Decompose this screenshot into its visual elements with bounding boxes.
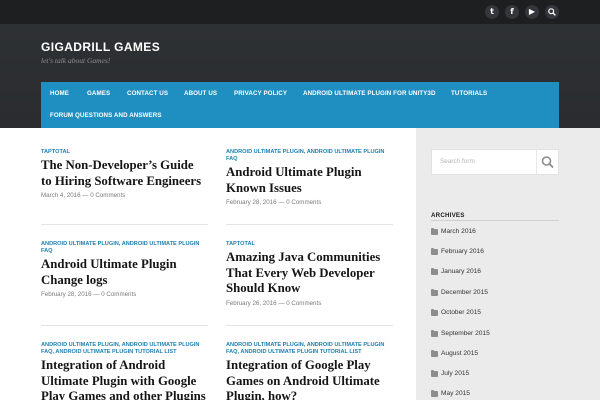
post-categories[interactable]: ANDROID ULTIMATE PLUGIN, ANDROID ULTIMAT… [226,149,392,163]
folder-icon [431,369,438,377]
post-title[interactable]: Amazing Java Communities That Every Web … [226,250,392,297]
post-meta: February 28, 2016 — 0 Comments [41,291,207,298]
folder-icon [431,247,438,255]
post-date[interactable]: February 28, 2016 [226,199,277,206]
folder-icon [431,227,438,235]
nav-item-games[interactable]: GAMES [87,90,110,97]
post-card: ANDROID ULTIMATE PLUGIN, ANDROID ULTIMAT… [41,342,207,400]
search-icon[interactable] [545,5,559,19]
search-input[interactable]: Search form [431,149,537,175]
facebook-icon[interactable]: f [505,5,519,19]
archive-label[interactable]: August 2015 [441,350,478,358]
archive-label[interactable]: July 2015 [441,370,469,378]
top-bar: t f ▶ [0,0,600,24]
post-title[interactable]: The Non-Developer’s Guide to Hiring Soft… [41,158,207,189]
post-comments-link[interactable]: 0 Comments [286,199,321,206]
nav-item-tutorials[interactable]: TUTORIALS [451,90,487,97]
post-divider [226,325,393,326]
archive-label[interactable]: October 2015 [441,309,481,317]
post-divider [41,224,208,225]
post-categories[interactable]: ANDROID ULTIMATE PLUGIN, ANDROID ULTIMAT… [41,342,207,356]
meta-separator: — [82,192,89,199]
search-button[interactable] [536,149,559,175]
post-card: ANDROID ULTIMATE PLUGIN, ANDROID ULTIMAT… [226,149,392,206]
post-meta: February 28, 2016 — 0 Comments [226,199,392,206]
post-divider [226,224,393,225]
archive-label[interactable]: May 2015 [441,390,470,398]
post-comments-link[interactable]: 0 Comments [101,291,136,298]
post-title[interactable]: Integration of Google Play Games on Andr… [226,358,392,400]
nav-item-about-us[interactable]: ABOUT US [184,90,217,97]
archive-label[interactable]: December 2015 [441,289,488,297]
site-tagline: let's talk about Games! [41,56,111,65]
meta-separator: — [93,291,100,298]
post-date[interactable]: February 28, 2016 [41,291,92,298]
post-comments-link[interactable]: 0 Comments [286,300,321,307]
archive-label[interactable]: January 2016 [441,268,481,276]
post-card: TAPTOTAL The Non-Developer’s Guide to Hi… [41,149,207,199]
post-card: TAPTOTAL Amazing Java Communities That E… [226,241,392,307]
post-title[interactable]: Android Ultimate Plugin Known Issues [226,165,392,196]
folder-icon [431,288,438,296]
folder-icon [431,329,438,337]
archives-divider [431,220,559,221]
folder-icon [431,349,438,357]
nav-item-home[interactable]: HOME [50,90,69,97]
folder-icon [431,267,438,275]
main-navigation: HOME GAMES CONTACT US ABOUT US PRIVACY P… [41,82,559,128]
nav-item-privacy-policy[interactable]: PRIVACY POLICY [234,90,287,97]
post-meta: February 26, 2016 — 0 Comments [226,300,392,307]
nav-item-android-ultimate-plugin[interactable]: ANDROID ULTIMATE PLUGIN FOR UNITY3D [303,90,436,97]
post-categories[interactable]: ANDROID ULTIMATE PLUGIN, ANDROID ULTIMAT… [226,342,392,356]
folder-icon [431,308,438,316]
post-date[interactable]: February 26, 2016 [226,300,277,307]
post-comments-link[interactable]: 0 Comments [90,192,125,199]
archive-label[interactable]: March 2016 [441,228,476,236]
post-categories[interactable]: TAPTOTAL [226,241,392,248]
meta-separator: — [278,299,285,307]
post-card: ANDROID ULTIMATE PLUGIN, ANDROID ULTIMAT… [226,342,392,400]
post-divider [41,325,208,326]
meta-separator: — [278,199,285,206]
post-date[interactable]: March 4, 2016 [41,192,81,199]
archive-label[interactable]: February 2016 [441,248,484,256]
folder-icon [431,389,438,397]
post-categories[interactable]: TAPTOTAL [41,149,207,156]
archive-label[interactable]: September 2015 [441,330,490,338]
search-glyph [548,8,556,16]
search-icon [541,156,554,168]
site-title[interactable]: GIGADRILL GAMES [41,40,160,54]
twitter-icon[interactable]: t [485,5,499,19]
post-categories[interactable]: ANDROID ULTIMATE PLUGIN, ANDROID ULTIMAT… [41,241,207,255]
post-meta: March 4, 2016 — 0 Comments [41,192,207,199]
nav-item-contact-us[interactable]: CONTACT US [127,90,168,97]
post-title[interactable]: Android Ultimate Plugin Change logs [41,257,207,288]
post-title[interactable]: Integration of Android Ultimate Plugin w… [41,358,207,400]
archives-heading: ARCHIVES [431,212,465,219]
nav-item-forum[interactable]: FORUM QUESTIONS AND ANSWERS [50,112,162,119]
youtube-icon[interactable]: ▶ [525,5,539,19]
post-card: ANDROID ULTIMATE PLUGIN, ANDROID ULTIMAT… [41,241,207,298]
